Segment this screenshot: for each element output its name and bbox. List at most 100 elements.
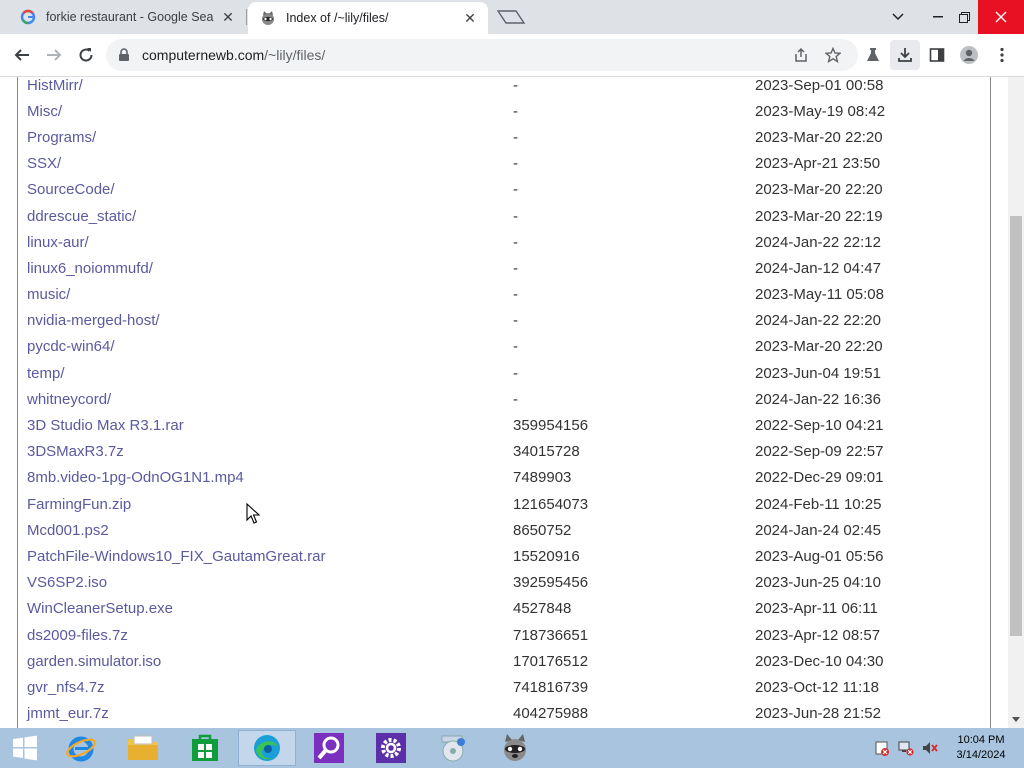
file-date-cell: 2024-Jan-22 22:12 (755, 233, 881, 251)
table-row: FarmingFun.zip 121654073 2024-Feb-11 10:25 (27, 491, 997, 517)
raccoon-app-icon[interactable] (486, 730, 544, 766)
table-row: 8mb.video-1pg-OdnOG1N1.mp4 7489903 2022-De… (27, 465, 997, 491)
file-date-cell: 2022-Sep-10 04:21 (755, 417, 884, 435)
file-link[interactable]: SSX/ (27, 155, 61, 172)
minimize-icon[interactable] (924, 0, 952, 34)
address-bar[interactable]: computernewb.com/~lily/files/ (106, 39, 858, 71)
file-date-cell: 2023-Jun-25 04:10 (755, 574, 881, 592)
file-explorer-icon[interactable] (114, 730, 172, 766)
file-link[interactable]: FarmingFun.zip (27, 496, 131, 513)
close-icon[interactable]: ✕ (220, 9, 236, 25)
divider (17, 77, 18, 728)
file-date-cell: 2023-Mar-20 22:20 (755, 338, 883, 356)
media-app-icon[interactable] (424, 730, 482, 766)
arrow-right-icon (47, 49, 62, 61)
menu-button[interactable] (987, 40, 1017, 70)
forward-button[interactable] (39, 40, 69, 70)
file-name-cell: ds2009-files.7z (27, 622, 513, 648)
file-size-cell: 359954156 (513, 417, 589, 435)
file-size-cell: - (513, 102, 518, 120)
downloads-button[interactable] (890, 40, 920, 70)
side-panel-button[interactable] (922, 40, 952, 70)
extension-button[interactable] (858, 40, 888, 70)
file-name-cell: linux-aur/ (27, 229, 513, 255)
scroll-down-arrow-icon[interactable] (1008, 712, 1024, 726)
network-icon[interactable] (896, 738, 916, 758)
file-size-cell: - (513, 259, 518, 277)
table-row: Mcd001.ps2 8650752 2024-Jan-24 02:45 (27, 517, 997, 543)
tab-google-search[interactable]: forkie restaurant - Google Search ✕ (8, 0, 246, 34)
file-name-cell: gvr_nfs4.7z (27, 674, 513, 700)
file-link[interactable]: nvidia-merged-host/ (27, 312, 160, 329)
file-date-cell: 2023-Oct-12 11:18 (755, 678, 879, 696)
action-center-icon[interactable] (872, 738, 892, 758)
volume-muted-icon[interactable] (920, 738, 940, 758)
tab-index-of-files[interactable]: Index of /~lily/files/ ✕ (248, 2, 488, 34)
table-row: nvidia-merged-host/ - 2024-Jan-22 22:20 (27, 308, 997, 334)
file-name-cell: ddrescue_static/ (27, 203, 513, 229)
windows-logo-icon (13, 735, 37, 761)
file-link[interactable]: 3DSMaxR3.7z (27, 443, 124, 460)
lock-icon[interactable] (118, 48, 130, 67)
file-link[interactable]: temp/ (27, 365, 65, 382)
table-row: 3D Studio Max R3.1.rar 359954156 2022-Sep-… (27, 412, 997, 438)
close-icon[interactable]: ✕ (462, 10, 478, 26)
file-link[interactable]: SourceCode/ (27, 181, 115, 198)
reload-button[interactable] (71, 40, 101, 70)
file-link[interactable]: 8mb.video-1pg-OdnOG1N1.mp4 (27, 469, 244, 486)
profile-button[interactable] (954, 40, 984, 70)
file-date-cell: 2023-Mar-20 22:19 (755, 207, 883, 225)
table-row: VS6SP2.iso 392595456 2023-Jun-25 04:10 (27, 570, 997, 596)
store-icon[interactable] (176, 730, 234, 766)
scrollbar-thumb[interactable] (1010, 216, 1022, 636)
system-clock[interactable]: 10:04 PM 3/14/2024 (944, 733, 1018, 763)
file-link[interactable]: ddrescue_static/ (27, 208, 136, 225)
file-date-cell: 2024-Jan-12 04:47 (755, 259, 881, 277)
file-size-cell: 718736651 (513, 626, 589, 644)
start-button[interactable] (0, 730, 50, 766)
new-tab-button[interactable] (496, 8, 526, 26)
file-link[interactable]: WinCleanerSetup.exe (27, 600, 173, 617)
file-link[interactable]: garden.simulator.iso (27, 653, 161, 670)
file-link[interactable]: pycdc-win64/ (27, 338, 115, 355)
back-button[interactable] (7, 40, 37, 70)
file-name-cell: VS6SP2.iso (27, 570, 513, 596)
file-name-cell: jmmt_eur.7z (27, 701, 513, 727)
share-icon[interactable] (790, 44, 812, 66)
google-icon (20, 9, 36, 25)
file-size-cell: 7489903 (513, 469, 572, 487)
file-link[interactable]: VS6SP2.iso (27, 574, 107, 591)
vertical-scrollbar[interactable] (1008, 77, 1024, 728)
file-link[interactable]: PatchFile-Windows10_FIX_GautamGreat.rar (27, 548, 325, 565)
edge-icon[interactable] (238, 730, 296, 766)
internet-explorer-icon[interactable] (52, 730, 110, 766)
file-link[interactable]: Misc/ (27, 103, 62, 120)
file-link[interactable]: ds2009-files.7z (27, 627, 128, 644)
search-app-icon[interactable] (300, 730, 358, 766)
file-link[interactable]: linux6_noiommufd/ (27, 260, 153, 277)
file-link[interactable]: HistMirr/ (27, 77, 83, 94)
tab-search-icon[interactable] (884, 0, 912, 34)
file-link[interactable]: gvr_nfs4.7z (27, 679, 105, 696)
file-size-cell: 8650752 (513, 521, 572, 539)
file-link[interactable]: music/ (27, 286, 70, 303)
file-size-cell: - (513, 312, 518, 330)
close-window-button[interactable] (978, 0, 1024, 34)
file-link[interactable]: Mcd001.ps2 (27, 522, 109, 539)
file-link[interactable]: Programs/ (27, 129, 96, 146)
file-link[interactable]: whitneycord/ (27, 391, 111, 408)
restore-icon[interactable] (950, 0, 978, 34)
file-name-cell: Mcd001.ps2 (27, 517, 513, 543)
table-row: SSX/ - 2023-Apr-21 23:50 (27, 151, 997, 177)
divider (990, 77, 991, 728)
settings-icon[interactable] (362, 730, 420, 766)
file-link[interactable]: linux-aur/ (27, 234, 89, 251)
table-row: Misc/ - 2023-May-19 08:42 (27, 98, 997, 124)
avatar-icon (960, 46, 978, 64)
bookmark-star-icon[interactable] (822, 44, 844, 66)
table-row: Programs/ - 2023-Mar-20 22:20 (27, 124, 997, 150)
file-link[interactable]: jmmt_eur.7z (27, 705, 109, 722)
table-row: gvr_nfs4.7z 741816739 2023-Oct-12 11:18 (27, 674, 997, 700)
file-link[interactable]: 3D Studio Max R3.1.rar (27, 417, 184, 434)
file-size-cell: 4527848 (513, 600, 572, 618)
